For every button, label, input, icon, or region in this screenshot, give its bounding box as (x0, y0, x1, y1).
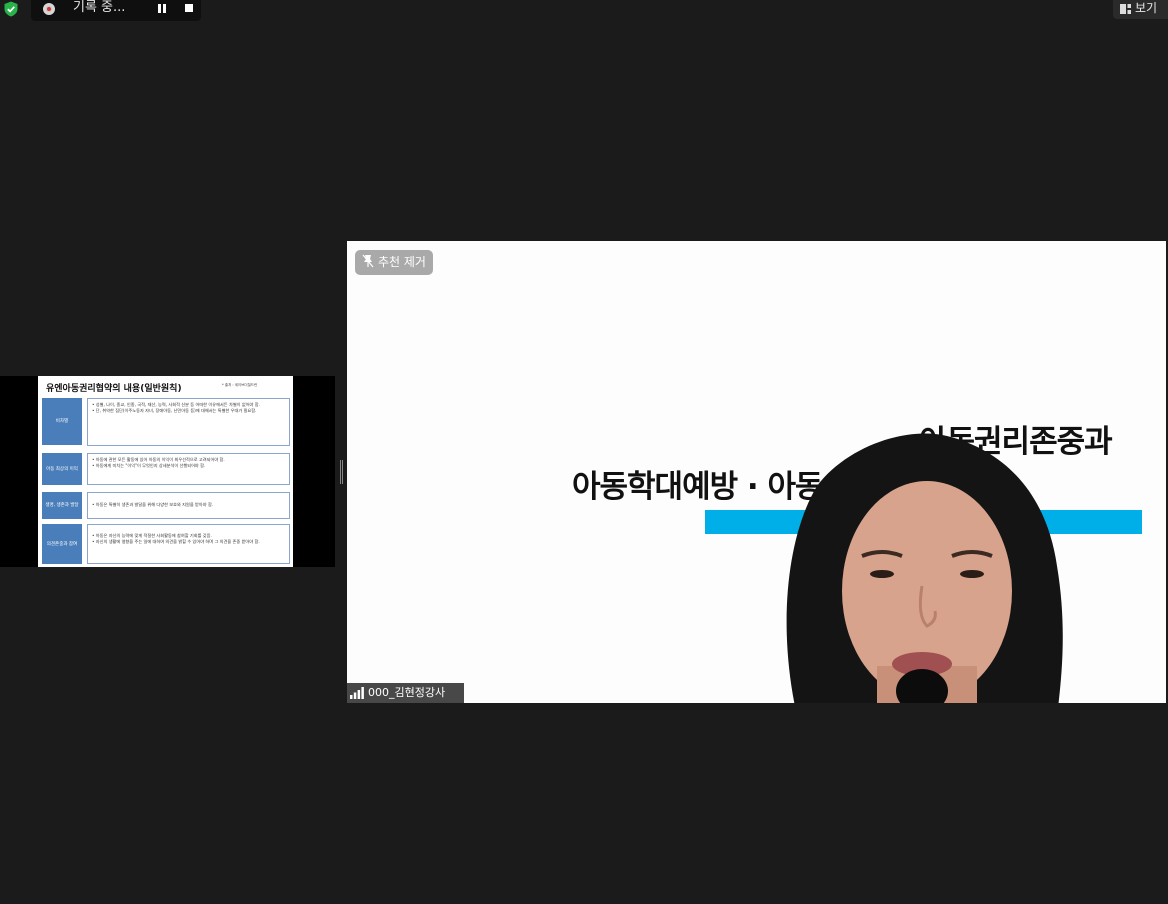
panel-resize-handle[interactable] (340, 460, 343, 484)
slide-row-content: • 아동은 특별히 생존과 발달을 위해 다양한 보호와 지원을 받아야 함. (87, 492, 290, 519)
shared-screen-thumbnail[interactable]: 유엔아동권리협약의 내용(일반원칙) * 출처 : 세이브더칠드런 비차별 • … (0, 376, 335, 567)
record-icon (43, 3, 55, 15)
main-video-tile[interactable]: 아동권리존중과 아동학대예방 · 아동 실무자 교육 추천 제거 000_김현정… (347, 241, 1166, 703)
slide-row-label: 생명, 생존과 발달 (42, 492, 82, 519)
view-button[interactable]: 보기 (1113, 0, 1168, 19)
stop-recording-button[interactable] (185, 4, 193, 12)
security-shield-icon[interactable] (3, 1, 19, 17)
pause-recording-button[interactable] (157, 4, 167, 14)
slide-row-content: • 아동에 관한 모든 활동에 있어 아동의 이익이 최우선적으로 고려되어야 … (87, 453, 290, 485)
slide-row: 비차별 • 성별, 나이, 종교, 인종, 국적, 재산, 능력, 사회적 신분… (42, 398, 292, 446)
slide-row-line: • 아동에게 미치는 "이익"이 무엇인지 상세분석이 선행되어야 함. (92, 463, 206, 469)
view-label: 보기 (1135, 1, 1158, 15)
shared-slide: 유엔아동권리협약의 내용(일반원칙) * 출처 : 세이브더칠드런 비차별 • … (38, 376, 293, 567)
participant-name: 000_김현정강사 (368, 686, 446, 699)
speaker-video (786, 433, 1063, 703)
remove-spotlight-button[interactable]: 추천 제거 (355, 250, 433, 275)
slide-row-content: • 성별, 나이, 종교, 인종, 국적, 재산, 능력, 사회적 신분 등 어… (87, 398, 290, 446)
slide-row: 아동 최상의 이익 • 아동에 관한 모든 활동에 있어 아동의 이익이 최우선… (42, 453, 292, 485)
unpin-icon (362, 254, 374, 268)
view-layout-icon (1120, 4, 1131, 14)
connection-signal-icon (350, 687, 364, 699)
recording-indicator: 기록 중... (31, 0, 201, 21)
participant-name-tag: 000_김현정강사 (347, 683, 464, 703)
slide-row-line: • 자신의 생활에 영향을 주는 일에 대하여 의견을 밝힐 수 있어야 하며 … (92, 539, 260, 545)
slide-row-line: • 단, 취약한 집단(이주노동자 자녀, 장애아동, 난민아동 등)에 대해서… (92, 408, 257, 414)
slide-row-content: • 아동은 자신의 능력에 맞게 적절한 사회활동에 참여할 기회를 갖음. •… (87, 524, 290, 564)
slide-title: 유엔아동권리협약의 내용(일반원칙) (46, 384, 182, 394)
slide-row: 생명, 생존과 발달 • 아동은 특별히 생존과 발달을 위해 다양한 보호와 … (42, 492, 292, 519)
slide-row-label: 아동 최상의 이익 (42, 453, 82, 485)
slide-row: 의견존중과 참여 • 아동은 자신의 능력에 맞게 적절한 사회활동에 참여할 … (42, 524, 292, 564)
slide-row-line: • 아동은 특별히 생존과 발달을 위해 다양한 보호와 지원을 받아야 함. (92, 502, 214, 507)
slide-row-label: 의견존중과 참여 (42, 524, 82, 564)
slide-source-note: * 출처 : 세이브더칠드런 (222, 383, 258, 387)
recording-label: 기록 중... (73, 0, 126, 15)
slide-row-label: 비차별 (42, 398, 82, 445)
remove-spotlight-label: 추천 제거 (378, 255, 426, 269)
